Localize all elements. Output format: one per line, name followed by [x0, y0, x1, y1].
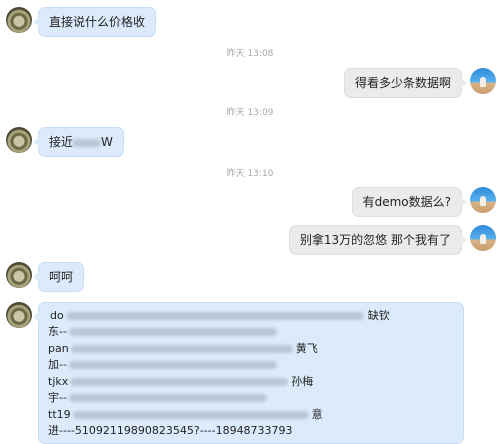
redacted-blur [68, 328, 277, 336]
data-line: 宇-- [48, 390, 267, 406]
contact-avatar[interactable] [6, 262, 32, 288]
contact-avatar[interactable] [6, 127, 32, 153]
redacted-blur [65, 312, 364, 320]
data-line: tjkx 孙梅 [48, 375, 314, 388]
message-text: 呵呵 [49, 270, 74, 284]
message-text-suffix: W [101, 135, 113, 149]
data-line: 加-- [48, 357, 277, 373]
my-avatar[interactable] [470, 187, 496, 213]
data-line: 进----51092119890823545?----18948733793 [48, 424, 293, 437]
redacted-blur [68, 361, 277, 369]
redacted-blur [73, 138, 102, 147]
redacted-blur [68, 394, 267, 402]
message-bubble-incoming: 呵呵 [32, 262, 85, 292]
data-line: 东-- [48, 324, 277, 340]
message-text: 得看多少条数据啊 [354, 76, 451, 90]
my-avatar[interactable] [470, 68, 496, 94]
data-line: pan 黄飞 [48, 342, 318, 355]
data-line: do 缺钦 [50, 309, 390, 322]
message-text: 有demo数据么? [362, 195, 451, 209]
data-line: tt19 意 [48, 408, 323, 421]
message-text: 别拿13万的忽悠 那个我有了 [299, 233, 451, 247]
message-bubble-incoming: 接近 W [33, 127, 124, 157]
message-bubble-incoming: 直接说什么价格收 [32, 7, 157, 37]
timestamp: 昨天 13:08 [226, 49, 274, 59]
redacted-blur [70, 378, 289, 386]
timestamp: 昨天 13:10 [226, 169, 274, 179]
message-bubble-outgoing: 有demo数据么? [351, 187, 468, 217]
message-text-prefix: 接近 [49, 135, 74, 149]
my-avatar[interactable] [470, 225, 496, 251]
message-text: 直接说什么价格收 [49, 15, 146, 29]
message-bubble-outgoing: 得看多少条数据啊 [343, 68, 468, 98]
message-bubble-outgoing: 别拿13万的忽悠 那个我有了 [288, 225, 468, 255]
timestamp: 昨天 13:09 [226, 108, 274, 118]
redacted-blur [72, 411, 309, 419]
contact-avatar[interactable] [6, 7, 32, 33]
message-bubble-incoming-data: do 缺钦 东-- pan 黄飞 加-- tjkx 孙梅 宇-- tt19 意 进---… [33, 302, 464, 444]
redacted-blur [70, 345, 293, 353]
contact-avatar[interactable] [6, 302, 32, 328]
